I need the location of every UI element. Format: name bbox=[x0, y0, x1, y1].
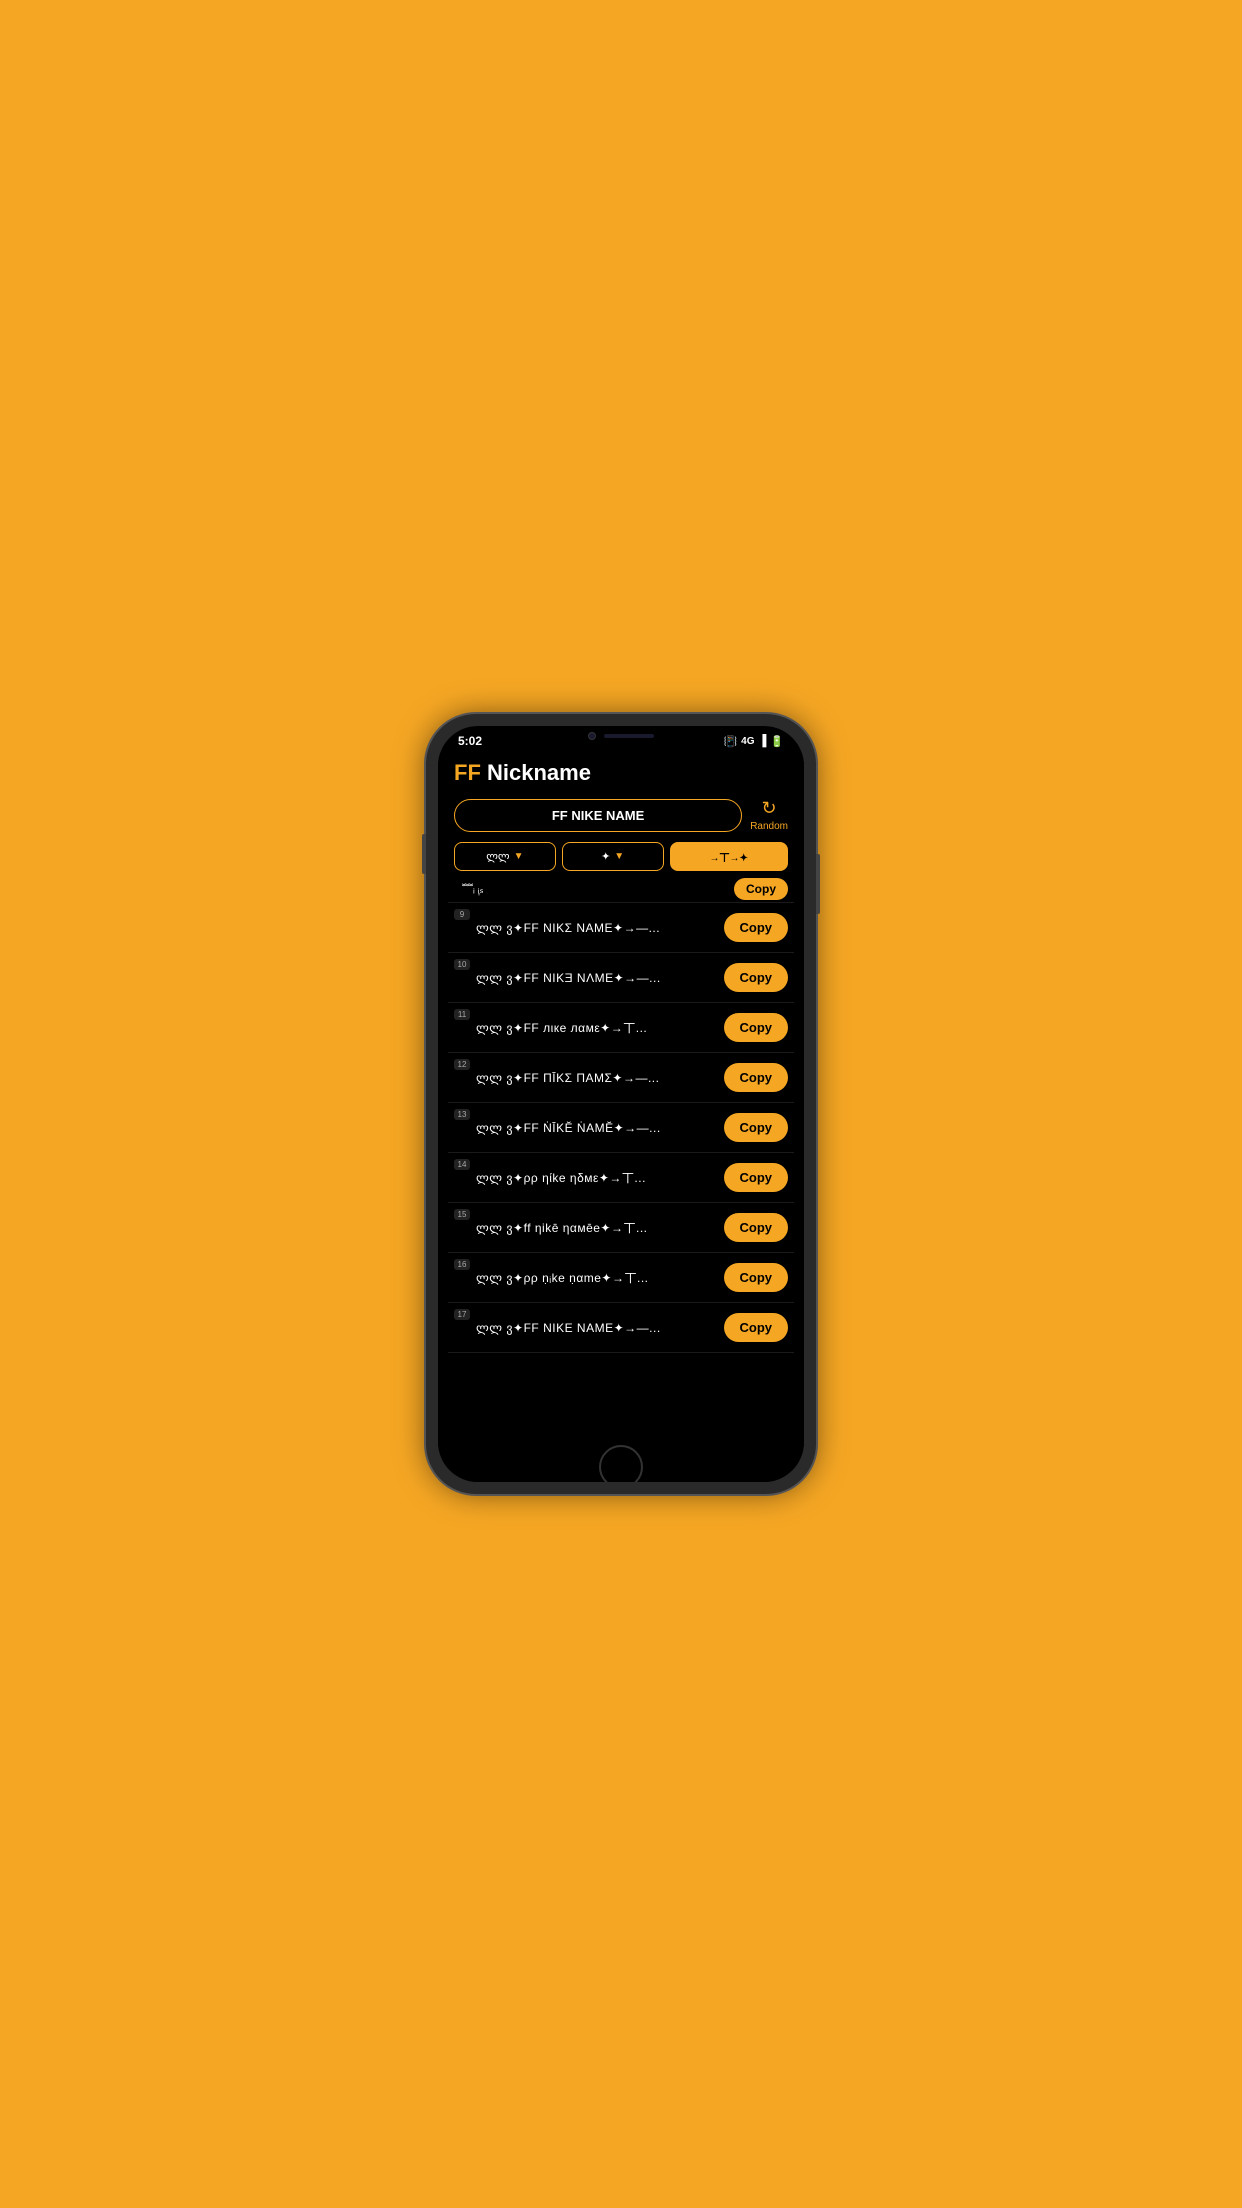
copy-button[interactable]: Copy bbox=[724, 1263, 789, 1292]
filter-label-3: →丅→✦ bbox=[710, 849, 748, 864]
item-number: 17 bbox=[454, 1309, 470, 1320]
chevron-icon-1: ▼ bbox=[514, 851, 524, 862]
list-item: 16 ლლ ვ✦ρρ ṇᵢke ṇαme✦→丅... Copy bbox=[448, 1253, 794, 1303]
filter-row: ლლ ▼ ✦ ▼ →丅→✦ bbox=[438, 838, 804, 875]
list-item: 14 ლლ ვ✦ρρ ηίke ηδмε✦→丅... Copy bbox=[448, 1153, 794, 1203]
item-number: 16 bbox=[454, 1259, 470, 1270]
random-label: Random bbox=[750, 821, 788, 832]
copy-button[interactable]: Copy bbox=[724, 1063, 789, 1092]
copy-button[interactable]: Copy bbox=[724, 1313, 789, 1342]
notch bbox=[551, 726, 691, 746]
list-item: 11 ლლ ვ✦FF лιке лαмε✦→丅... Copy bbox=[448, 1003, 794, 1053]
copy-button[interactable]: Copy bbox=[724, 1113, 789, 1142]
app-content: FF Nickname FF NIKE NAME ↻ Random ლლ ▼ ✦ bbox=[438, 752, 804, 1482]
home-indicator[interactable] bbox=[438, 1452, 804, 1482]
item-text: ლლ ვ✦FF ΠĪKΣ ΠAMΣ✦→—... bbox=[454, 1071, 724, 1085]
item-number: 13 bbox=[454, 1109, 470, 1120]
chevron-icon-2: ▼ bbox=[614, 851, 624, 862]
item-text: ლლ ვ✦ρρ ηίke ηδмε✦→丅... bbox=[454, 1169, 724, 1186]
app-title-text: Nickname bbox=[481, 760, 591, 785]
filter-btn-2[interactable]: ✦ ▼ bbox=[562, 842, 664, 871]
item-text: ლლ ვ✦FF NIKƎ NΛME✦→—... bbox=[454, 971, 724, 985]
item-number: 15 bbox=[454, 1209, 470, 1220]
list-item: 15 ლლ ვ✦ff ηikē ηαмēe✦→丅... Copy bbox=[448, 1203, 794, 1253]
phone-frame: 5:02 📳 4G ▐ 🔋 FF Nickname FF NIKE NAME ↻ bbox=[426, 714, 816, 1494]
phone-screen: 5:02 📳 4G ▐ 🔋 FF Nickname FF NIKE NAME ↻ bbox=[438, 726, 804, 1482]
partial-item-text: ﹌ᵢ ᵢ᷊ₛ bbox=[454, 881, 484, 897]
item-text: ლლ ვ✦ff ηikē ηαмēe✦→丅... bbox=[454, 1219, 724, 1236]
copy-button[interactable]: Copy bbox=[724, 1013, 789, 1042]
network-icon: 4G bbox=[741, 736, 754, 747]
app-header: FF Nickname bbox=[438, 752, 804, 792]
list-item: 12 ლლ ვ✦FF ΠĪKΣ ΠAMΣ✦→—... Copy bbox=[448, 1053, 794, 1103]
filter-btn-1[interactable]: ლლ ▼ bbox=[454, 842, 556, 871]
copy-button[interactable]: Copy bbox=[724, 1213, 789, 1242]
name-list: ﹌ᵢ ᵢ᷊ₛ Copy 9 ლლ ვ✦FF NIKΣ NAME✦→—... Co… bbox=[438, 875, 804, 1452]
status-icons: 📳 4G ▐ 🔋 bbox=[723, 735, 784, 748]
filter-btn-3[interactable]: →丅→✦ bbox=[670, 842, 789, 871]
ff-label: FF bbox=[454, 760, 481, 785]
filter-label-2: ✦ bbox=[601, 850, 610, 863]
home-button[interactable] bbox=[599, 1445, 643, 1482]
copy-button[interactable]: Copy bbox=[724, 1163, 789, 1192]
list-item: 17 ლლ ვ✦FF NIKE NAME✦→—... Copy bbox=[448, 1303, 794, 1353]
item-number: 10 bbox=[454, 959, 470, 970]
item-text: ლლ ვ✦ρρ ṇᵢke ṇαme✦→丅... bbox=[454, 1269, 724, 1286]
battery-icon: 🔋 bbox=[770, 735, 784, 748]
item-text: ლლ ვ✦FF лιке лαмε✦→丅... bbox=[454, 1019, 724, 1036]
filter-label-1: ლლ bbox=[486, 850, 509, 863]
camera bbox=[588, 732, 596, 740]
search-input[interactable]: FF NIKE NAME bbox=[454, 799, 742, 832]
copy-button[interactable]: Copy bbox=[724, 913, 789, 942]
vibrate-icon: 📳 bbox=[723, 735, 737, 748]
item-text: ლლ ვ✦FF ṄĪKĔ ṄAMĔ✦→—... bbox=[454, 1121, 724, 1135]
signal-icon: ▐ bbox=[759, 735, 767, 747]
list-item: 10 ლლ ვ✦FF NIKƎ NΛME✦→—... Copy bbox=[448, 953, 794, 1003]
item-number: 12 bbox=[454, 1059, 470, 1070]
random-icon: ↻ bbox=[762, 798, 777, 819]
partial-copy-button[interactable]: Copy bbox=[734, 878, 788, 900]
list-item: 9 ლლ ვ✦FF NIKΣ NAME✦→—... Copy bbox=[448, 903, 794, 953]
list-item: 13 ლლ ვ✦FF ṄĪKĔ ṄAMĔ✦→—... Copy bbox=[448, 1103, 794, 1153]
item-text: ლლ ვ✦FF NIKE NAME✦→—... bbox=[454, 1321, 724, 1335]
item-number: 11 bbox=[454, 1009, 470, 1020]
search-row: FF NIKE NAME ↻ Random bbox=[438, 792, 804, 838]
copy-button[interactable]: Copy bbox=[724, 963, 789, 992]
random-button[interactable]: ↻ Random bbox=[750, 798, 788, 832]
status-time: 5:02 bbox=[458, 734, 482, 748]
item-text: ლლ ვ✦FF NIKΣ NAME✦→—... bbox=[454, 921, 724, 935]
list-item-partial: ﹌ᵢ ᵢ᷊ₛ Copy bbox=[448, 875, 794, 903]
item-number: 14 bbox=[454, 1159, 470, 1170]
item-number: 9 bbox=[454, 909, 470, 920]
speaker bbox=[604, 734, 654, 738]
app-title: FF Nickname bbox=[454, 760, 788, 786]
